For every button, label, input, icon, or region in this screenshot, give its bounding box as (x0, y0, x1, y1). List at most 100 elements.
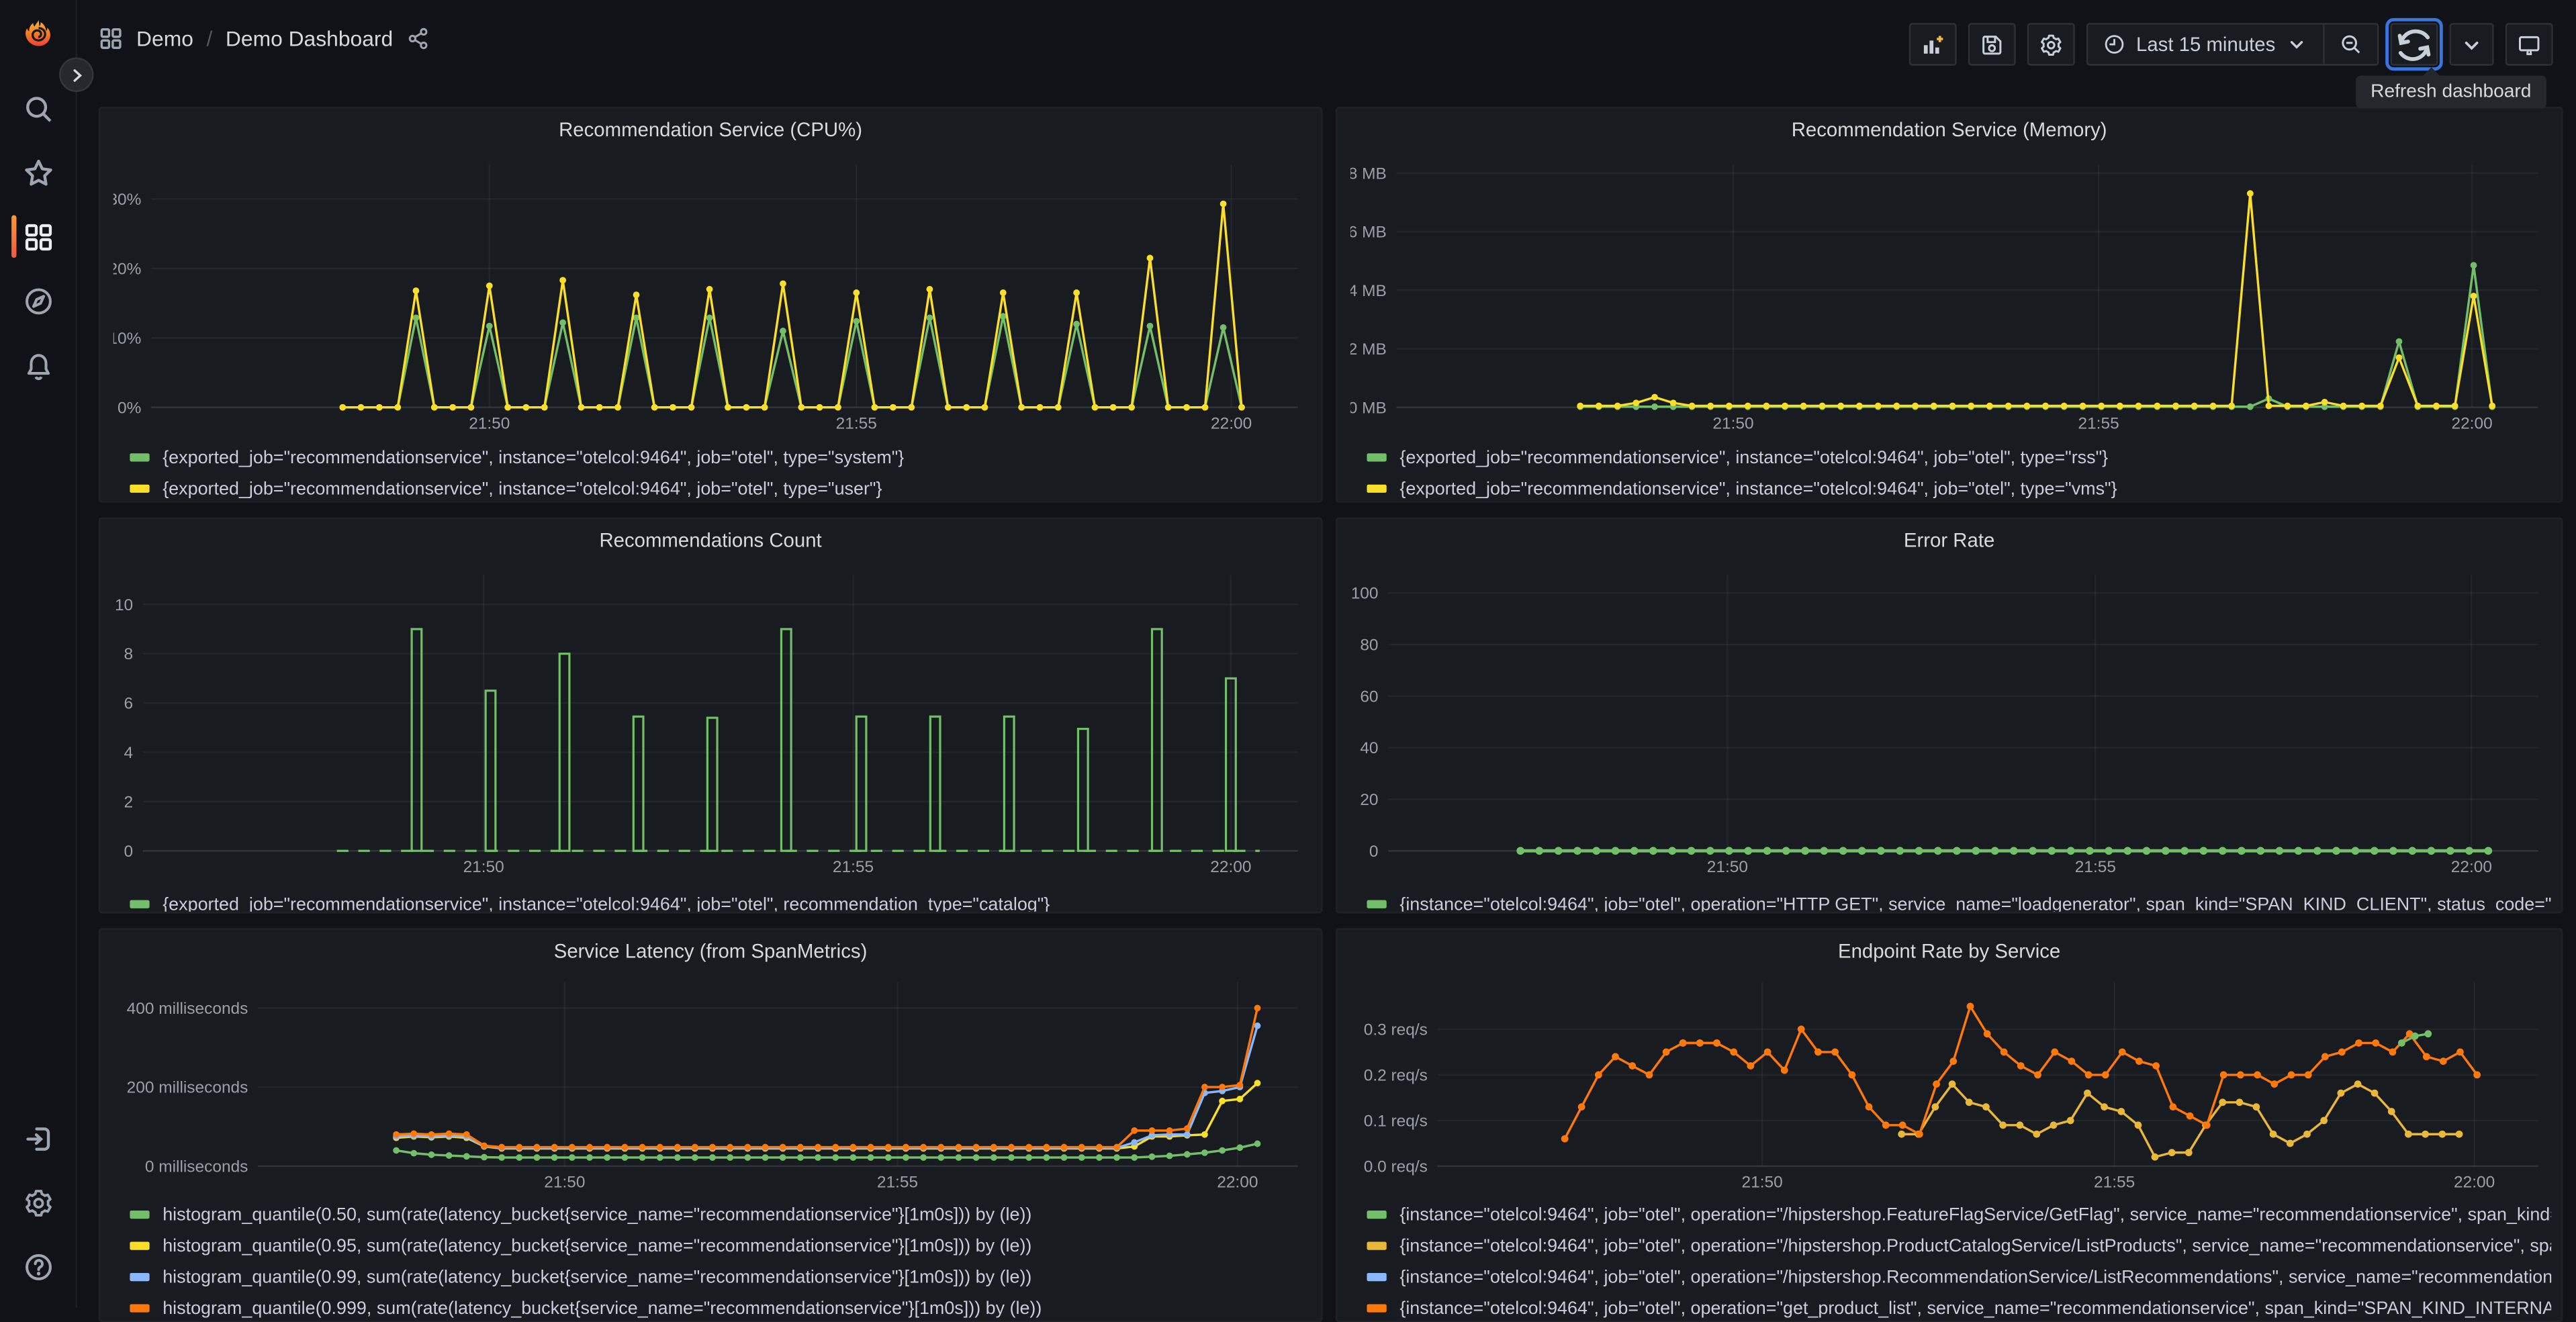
time-series-plot[interactable]: 21:50 21:55 22:00 0 MB 2 MB 4 MB 6 MB 8 MB (1348, 154, 2548, 437)
axis-tick-label: 21:50 (544, 1174, 585, 1192)
legend-swatch-icon (1367, 1241, 1387, 1250)
legend-swatch-icon (130, 1272, 150, 1282)
legend-item[interactable]: {instance="otelcol:9464", job="otel", op… (1367, 889, 2551, 912)
axis-tick-label: 22:00 (1217, 1174, 1258, 1192)
legend: {instance="otelcol:9464", job="otel", op… (1367, 1199, 2551, 1321)
panel-title[interactable]: Recommendations Count (100, 529, 1321, 552)
time-range-picker[interactable]: Last 15 minutes (2088, 25, 2323, 64)
axis-tick-label: 10 (115, 596, 133, 614)
grafana-logo[interactable] (16, 11, 59, 54)
axis-tick-label: 0 MB (1350, 399, 1387, 417)
axis-tick-label: 40 (1360, 739, 1378, 757)
axis-tick-label: 21:50 (463, 858, 504, 876)
legend-item[interactable]: {instance="otelcol:9464", job="otel", op… (1367, 1262, 2551, 1292)
panel-recommendation-memory: Recommendation Service (Memory) 21:50 21:… (1335, 107, 2563, 503)
axis-tick-label: 21:50 (1707, 858, 1748, 876)
panel-recommendations-count: Recommendations Count 21:50 21:55 22:00 0 2 4… (98, 517, 1323, 914)
axis-tick-label: 2 (124, 793, 134, 811)
chart-area[interactable]: 21:50 21:55 22:00 0% 10% 20% 30% (108, 154, 1308, 437)
legend-item[interactable]: {instance="otelcol:9464", job="otel", op… (1367, 1230, 2551, 1261)
breadcrumb-folder[interactable]: Demo (136, 26, 193, 51)
dashboard-settings-button[interactable] (2027, 23, 2076, 66)
panel-service-latency: Service Latency (from SpanMetrics) 21:50… (98, 928, 1323, 1322)
time-series-plot[interactable]: 21:50 21:55 22:00 0 2 4 6 8 10 (113, 565, 1308, 881)
chart-area[interactable]: 21:50 21:55 22:00 0 milliseconds 200 millise… (113, 972, 1308, 1196)
alerting-icon[interactable] (19, 348, 56, 385)
axis-tick-label: 20 (1360, 791, 1378, 809)
legend-label: {instance="otelcol:9464", job="otel", op… (1399, 1235, 2552, 1256)
axis-tick-label: 22:00 (1210, 858, 1251, 876)
panel-recommendation-cpu: Recommendation Service (CPU%) 21:50 21:55… (98, 107, 1323, 503)
axis-tick-label: 8 (124, 645, 134, 663)
refresh-icon (2397, 28, 2431, 60)
starred-icon[interactable] (19, 154, 56, 191)
axis-tick-label: 60 (1360, 688, 1378, 706)
chart-area[interactable]: 21:50 21:55 22:00 0 20 40 60 80 100 (1350, 565, 2548, 881)
legend: {exported_job="recommendationservice", i… (1367, 442, 2551, 502)
legend-item[interactable]: histogram_quantile(0.50, sum(rate(latenc… (130, 1199, 1311, 1230)
legend-item[interactable]: histogram_quantile(0.999, sum(rate(laten… (130, 1292, 1311, 1321)
sign-in-icon[interactable] (19, 1120, 56, 1156)
legend-swatch-icon (1367, 1272, 1387, 1282)
time-picker-group: Last 15 minutes (2086, 23, 2379, 66)
axis-tick-label: 4 (124, 744, 134, 762)
panel-title[interactable]: Error Rate (1337, 529, 2561, 552)
axis-tick-label: 21:50 (469, 415, 510, 433)
cycle-view-mode-button[interactable] (2505, 23, 2553, 66)
help-icon[interactable] (19, 1248, 56, 1284)
add-panel-button[interactable] (1909, 23, 1958, 66)
zoom-out-time-button[interactable] (2325, 25, 2377, 64)
time-series-plot[interactable]: 21:50 21:55 22:00 0 milliseconds 200 millise… (113, 972, 1308, 1196)
legend-item[interactable]: {instance="otelcol:9464", job="otel", op… (1367, 1292, 2551, 1321)
refresh-interval-button[interactable] (2449, 23, 2494, 66)
axis-tick-label: 20% (113, 260, 142, 278)
panel-title[interactable]: Service Latency (from SpanMetrics) (100, 939, 1321, 962)
legend-item[interactable]: histogram_quantile(0.95, sum(rate(latenc… (130, 1230, 1311, 1261)
time-series-plot[interactable]: 21:50 21:55 22:00 0 20 40 60 80 100 (1350, 565, 2548, 881)
axis-tick-label: 0 (124, 843, 134, 861)
sidebar (0, 0, 77, 1308)
share-icon[interactable] (406, 26, 431, 51)
legend-swatch-icon (1367, 1210, 1387, 1219)
legend-item[interactable]: {exported_job="recommendationservice", i… (130, 889, 1311, 912)
legend-label: {exported_job="recommendationservice", i… (163, 447, 905, 468)
time-series-plot[interactable]: 21:50 21:55 22:00 0.0 req/s 0.1 req/s 0.2 req… (1350, 972, 2548, 1196)
breadcrumb: Demo / Demo Dashboard (99, 26, 431, 51)
chart-area[interactable]: 21:50 21:55 22:00 0 2 4 6 8 10 (113, 565, 1308, 881)
expand-menu-button[interactable] (59, 57, 94, 92)
explore-icon[interactable] (19, 283, 56, 319)
legend-swatch-icon (130, 1241, 150, 1250)
legend-swatch-icon (1367, 1304, 1387, 1313)
panel-title[interactable]: Recommendation Service (Memory) (1337, 118, 2561, 141)
legend-swatch-icon (130, 453, 150, 462)
legend-item[interactable]: histogram_quantile(0.99, sum(rate(latenc… (130, 1262, 1311, 1292)
panel-error-rate: Error Rate 21:50 21:55 22:00 0 20 40 60 80 100 {… (1335, 517, 2563, 914)
legend-item[interactable]: {instance="otelcol:9464", job="otel", op… (1367, 1199, 2551, 1230)
breadcrumb-dashboard-title[interactable]: Demo Dashboard (226, 26, 393, 51)
axis-tick-label: 6 MB (1350, 224, 1387, 242)
refresh-button[interactable] (2390, 23, 2438, 66)
legend-swatch-icon (1367, 453, 1387, 462)
dashboards-breadcrumb-icon (100, 28, 122, 49)
legend-item[interactable]: {exported_job="recommendationservice", i… (1367, 442, 2551, 473)
chevron-down-icon (2290, 41, 2303, 49)
axis-tick-label: 22:00 (1211, 415, 1252, 433)
legend-item[interactable]: {exported_job="recommendationservice", i… (130, 442, 1311, 473)
axis-tick-label: 21:55 (2078, 415, 2119, 433)
panel-title[interactable]: Recommendation Service (CPU%) (100, 118, 1321, 141)
chart-area[interactable]: 21:50 21:55 22:00 0 MB 2 MB 4 MB 6 MB 8 MB (1348, 154, 2548, 437)
axis-tick-label: 0 (1369, 843, 1379, 861)
chart-area[interactable]: 21:50 21:55 22:00 0.0 req/s 0.1 req/s 0.2 req… (1350, 972, 2548, 1196)
legend-item[interactable]: {exported_job="recommendationservice", i… (1367, 473, 2551, 502)
axis-tick-label: 2 MB (1350, 340, 1387, 359)
save-dashboard-button[interactable] (1968, 23, 2017, 66)
time-series-plot[interactable]: 21:50 21:55 22:00 0% 10% 20% 30% (108, 154, 1308, 437)
legend-item[interactable]: {exported_job="recommendationservice", i… (130, 473, 1311, 502)
admin-settings-icon[interactable] (19, 1184, 56, 1221)
dashboards-icon[interactable] (19, 218, 56, 254)
axis-tick-label: 4 MB (1350, 282, 1387, 300)
panel-title[interactable]: Endpoint Rate by Service (1337, 939, 2561, 962)
search-icon[interactable] (19, 91, 56, 127)
legend-label: {exported_job="recommendationservice", i… (1399, 479, 2117, 499)
axis-tick-label: 0.1 req/s (1364, 1113, 1428, 1131)
